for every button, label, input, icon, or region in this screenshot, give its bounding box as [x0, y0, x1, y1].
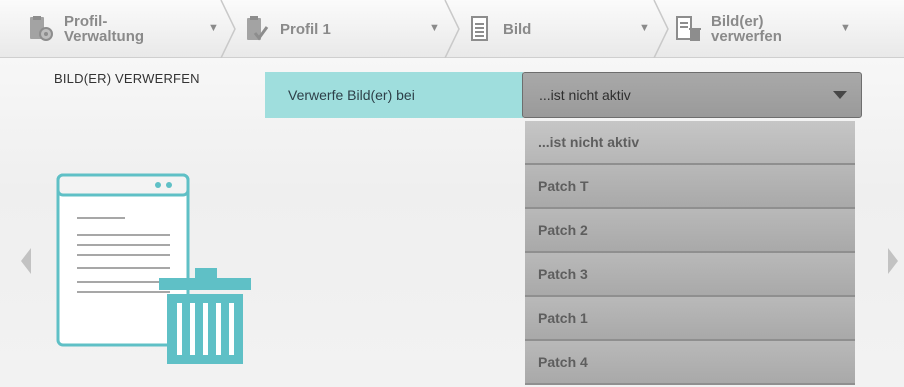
breadcrumb-separator: [220, 0, 236, 58]
discard-condition-label: Verwerfe Bild(er) bei: [265, 72, 523, 118]
breadcrumb-item-bilder-verwerfen[interactable]: Bild(er) verwerfen ▼: [675, 0, 851, 58]
dropdown-option[interactable]: ...ist nicht aktiv: [525, 121, 855, 165]
dropdown-option[interactable]: Patch T: [525, 165, 855, 209]
breadcrumb-label: Profil- Verwaltung: [64, 13, 145, 45]
dropdown-option[interactable]: Patch 1: [525, 297, 855, 341]
page-title: BILD(ER) VERWERFEN: [54, 71, 200, 86]
document-trash-icon: [675, 15, 701, 43]
chevron-down-icon[interactable]: ▼: [208, 22, 219, 34]
dropdown-option[interactable]: Patch 3: [525, 253, 855, 297]
discard-image-illustration: [55, 170, 255, 375]
chevron-down-icon[interactable]: ▼: [639, 22, 650, 34]
breadcrumb-label: Profil 1: [280, 20, 331, 38]
breadcrumb-label: Bild(er) verwerfen: [711, 13, 782, 45]
chevron-down-icon[interactable]: ▼: [429, 22, 440, 34]
select-value: ...ist nicht aktiv: [539, 87, 631, 103]
breadcrumb-item-bild[interactable]: Bild ▼: [467, 0, 650, 58]
chevron-down-icon[interactable]: [833, 91, 847, 99]
document-icon: [467, 15, 493, 43]
profile-gear-icon: [28, 15, 54, 43]
breadcrumb-bar: Profil- Verwaltung ▼ Profil 1 ▼ Bild ▼ B…: [0, 0, 904, 58]
breadcrumb-separator: [653, 0, 669, 58]
clipboard-icon: [244, 15, 270, 43]
breadcrumb-separator: [444, 0, 460, 58]
dropdown-options: ...ist nicht aktiv Patch T Patch 2 Patch…: [525, 121, 855, 385]
dropdown-option[interactable]: Patch 2: [525, 209, 855, 253]
breadcrumb-item-profil-verwaltung[interactable]: Profil- Verwaltung ▼: [28, 0, 219, 58]
breadcrumb-item-profil-1[interactable]: Profil 1 ▼: [244, 0, 440, 58]
discard-condition-select[interactable]: ...ist nicht aktiv: [522, 72, 862, 118]
dropdown-option[interactable]: Patch 4: [525, 341, 855, 385]
chevron-down-icon[interactable]: ▼: [840, 22, 851, 34]
breadcrumb-label: Bild: [503, 20, 532, 38]
next-arrow-icon[interactable]: [888, 248, 898, 274]
previous-arrow-icon[interactable]: [21, 248, 31, 274]
